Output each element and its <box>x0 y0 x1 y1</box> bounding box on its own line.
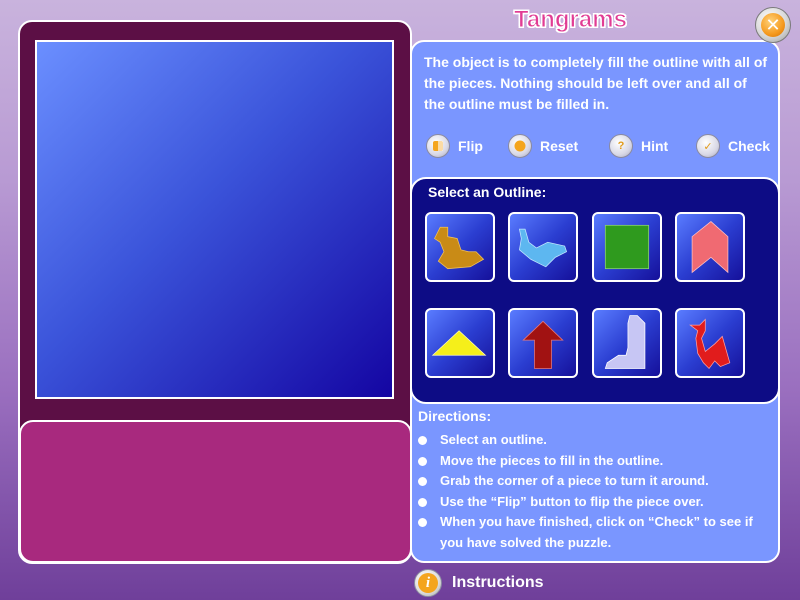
boat-outline-icon <box>518 228 568 268</box>
bullet-icon <box>418 456 427 466</box>
reset-label: Reset <box>540 138 579 154</box>
hint-icon: ? <box>609 134 633 158</box>
outline-arrow-up[interactable] <box>508 308 578 378</box>
reset-button[interactable]: Reset <box>508 133 578 159</box>
outline-bird[interactable] <box>675 308 745 378</box>
app-title: Tangrams <box>514 6 628 34</box>
close-button[interactable]: ✕ <box>755 7 791 43</box>
close-icon: ✕ <box>761 13 785 37</box>
boot-outline-icon <box>604 315 646 369</box>
list-item: Move the pieces to fill in the outline. <box>418 451 773 472</box>
hint-button[interactable]: ? Hint <box>609 133 668 159</box>
list-item: Select an outline. <box>418 430 773 451</box>
check-icon: ✓ <box>696 134 720 158</box>
check-label: Check <box>728 138 771 154</box>
bullet-icon <box>418 497 427 507</box>
flip-icon <box>426 134 450 158</box>
outline-duck[interactable] <box>425 212 495 282</box>
bookmark-outline-icon <box>691 221 729 274</box>
bullet-icon <box>418 518 427 527</box>
outline-square[interactable] <box>592 212 662 282</box>
square-outline-icon <box>604 224 650 270</box>
reset-icon <box>508 134 532 158</box>
directions-title: Directions: <box>418 408 492 424</box>
outline-boat[interactable] <box>508 212 578 282</box>
flip-label: Flip <box>458 138 483 154</box>
instructions-button[interactable]: i Instructions <box>414 568 544 598</box>
list-item: Grab the corner of a piece to turn it ar… <box>418 471 773 492</box>
flip-button[interactable]: Flip <box>426 133 483 159</box>
puzzle-canvas[interactable] <box>35 40 394 399</box>
bird-outline-icon <box>689 318 731 370</box>
outline-triangle[interactable] <box>425 308 495 378</box>
intro-text: The object is to completely fill the out… <box>424 54 768 112</box>
bullet-icon <box>418 436 427 445</box>
info-icon: i <box>414 569 442 597</box>
directions-list: Select an outline. Move the pieces to fi… <box>418 430 773 553</box>
outline-boot[interactable] <box>592 308 662 378</box>
list-item: Use the “Flip” button to flip the piece … <box>418 492 773 513</box>
outline-title: Select an Outline: <box>428 184 547 200</box>
hint-label: Hint <box>641 138 669 154</box>
list-item: When you have finished, click on “Check”… <box>418 512 773 553</box>
check-button[interactable]: ✓ Check <box>696 133 770 159</box>
instructions-label: Instructions <box>452 574 544 591</box>
bullet-icon <box>418 477 427 486</box>
triangle-outline-icon <box>431 330 487 356</box>
duck-outline-icon <box>434 226 485 270</box>
arrow-up-outline-icon <box>522 320 564 369</box>
pieces-tray[interactable] <box>19 420 412 563</box>
outline-arrow-bookmark[interactable] <box>675 212 745 282</box>
